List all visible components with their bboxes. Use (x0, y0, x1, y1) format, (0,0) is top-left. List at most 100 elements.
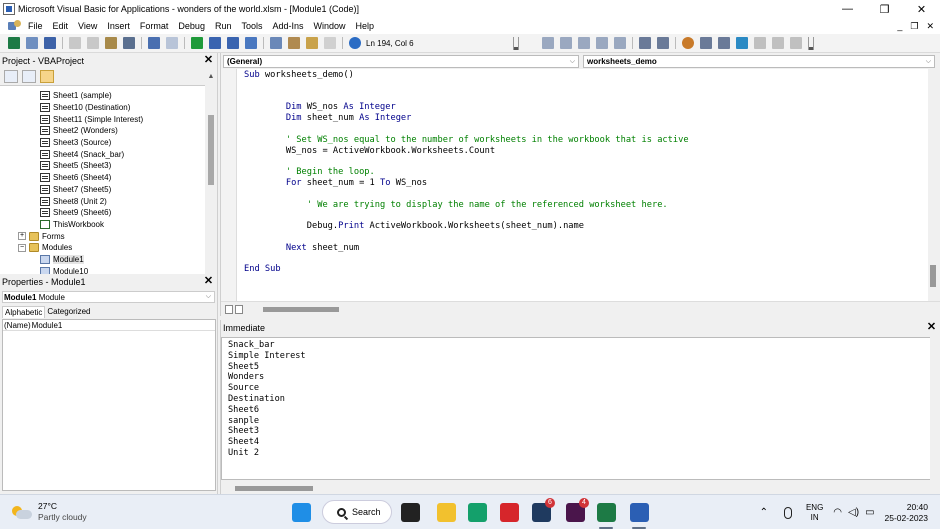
scroll-thumb[interactable] (930, 265, 936, 287)
clock[interactable]: 20:40 25-02-2023 (885, 502, 928, 524)
tree-item[interactable]: Module10 (0, 265, 206, 274)
clear-bookmarks-icon[interactable] (790, 37, 802, 49)
close-icon[interactable]: ✕ (203, 55, 214, 66)
slack-icon[interactable]: 4 (566, 498, 589, 522)
mdi-close-button[interactable]: ✕ (926, 21, 934, 32)
redo-icon[interactable] (166, 37, 178, 49)
windows-start-icon[interactable] (292, 503, 311, 522)
procedure-combo[interactable]: worksheets_demo ⌵ (583, 55, 935, 68)
tree-item[interactable]: Sheet7 (Sheet5) (0, 184, 206, 196)
next-bookmark-icon[interactable] (754, 37, 766, 49)
tree-item[interactable]: Sheet11 (Simple Interest) (0, 113, 206, 125)
menu-addins[interactable]: Add-Ins (267, 21, 308, 31)
scroll-thumb[interactable] (208, 115, 214, 185)
tree-item[interactable]: + Forms (0, 230, 206, 242)
tree-item[interactable]: Sheet5 (Sheet3) (0, 160, 206, 172)
code-editor[interactable]: Sub worksheets_demo() Dim WS_nos As Inte… (244, 70, 924, 300)
design-mode-icon[interactable] (245, 37, 257, 49)
immediate-hscrollbar[interactable] (221, 482, 940, 494)
copy-icon[interactable] (87, 37, 99, 49)
scroll-thumb[interactable] (263, 306, 339, 312)
save-icon[interactable] (44, 37, 56, 49)
properties-window-icon[interactable] (288, 37, 300, 49)
help-icon[interactable] (349, 37, 361, 49)
toolbar-grip-icon[interactable] (808, 36, 814, 50)
cut-icon[interactable] (69, 37, 81, 49)
toggle-bookmark-icon[interactable] (736, 37, 748, 49)
tree-item[interactable]: Sheet1 (sample) (0, 90, 206, 102)
system-icons[interactable]: ◠ ◁) ▭ (833, 507, 874, 518)
whatsapp-icon[interactable]: 6 (532, 498, 555, 522)
toggle-breakpoint-icon[interactable] (682, 37, 694, 49)
tree-item[interactable]: − Modules (0, 242, 206, 254)
close-icon[interactable]: ✕ (203, 276, 214, 287)
run-icon[interactable] (191, 37, 203, 49)
tree-item[interactable]: Sheet2 (Wonders) (0, 125, 206, 137)
view-excel-icon[interactable] (8, 37, 20, 49)
outdent-icon[interactable] (657, 37, 669, 49)
expand-icon[interactable]: + (18, 232, 26, 241)
menu-help[interactable]: Help (351, 21, 380, 31)
language-indicator[interactable]: ENG IN (806, 503, 823, 523)
list-constants-icon[interactable] (560, 37, 572, 49)
tree-item[interactable]: Sheet8 (Unit 2) (0, 195, 206, 207)
acrobat-icon[interactable] (500, 503, 519, 522)
previous-bookmark-icon[interactable] (772, 37, 784, 49)
comment-block-icon[interactable] (700, 37, 712, 49)
paste-icon[interactable] (105, 37, 117, 49)
code-hscrollbar[interactable] (221, 301, 940, 316)
code-vscrollbar[interactable] (928, 69, 940, 301)
toggle-folders-icon[interactable] (40, 70, 54, 83)
menu-window[interactable]: Window (309, 21, 351, 31)
immediate-vscrollbar[interactable] (930, 337, 940, 480)
reset-icon[interactable] (227, 37, 239, 49)
edge-icon[interactable] (468, 503, 487, 522)
close-icon[interactable]: ✕ (926, 322, 937, 333)
menu-run[interactable]: Run (210, 21, 237, 31)
uncomment-block-icon[interactable] (718, 37, 730, 49)
complete-word-icon[interactable] (614, 37, 626, 49)
tree-item[interactable]: Sheet6 (Sheet4) (0, 172, 206, 184)
mdi-minimize-button[interactable]: _ (897, 21, 902, 31)
collapse-icon[interactable]: − (18, 243, 26, 252)
minimize-button[interactable]: — (829, 0, 866, 18)
view-code-icon[interactable] (4, 70, 18, 83)
search-button[interactable]: Search (322, 500, 392, 524)
find-icon[interactable] (123, 37, 135, 49)
menu-tools[interactable]: Tools (236, 21, 267, 31)
tree-item[interactable]: Sheet4 (Snack_bar) (0, 148, 206, 160)
project-scrollbar[interactable]: ▲ (205, 71, 217, 274)
toolbox-icon[interactable] (324, 37, 336, 49)
quick-info-icon[interactable] (578, 37, 590, 49)
tab-alphabetic[interactable]: Alphabetic (2, 306, 46, 318)
scroll-thumb[interactable] (235, 486, 313, 491)
menu-edit[interactable]: Edit (48, 21, 74, 31)
procedure-view-icon[interactable] (225, 304, 233, 314)
menu-file[interactable]: File (26, 21, 48, 31)
tab-categorized[interactable]: Categorized (45, 306, 92, 318)
object-selector[interactable]: Module1 Module ⌵ (2, 291, 215, 303)
weather-widget[interactable]: 27°C Partly cloudy (12, 501, 87, 523)
excel-icon[interactable] (597, 503, 616, 522)
close-button[interactable]: ✕ (903, 0, 940, 18)
chevron-up-icon[interactable]: ⌃ (760, 507, 768, 518)
tree-item[interactable]: Module1 (0, 254, 206, 266)
indent-icon[interactable] (639, 37, 651, 49)
scroll-up-icon[interactable]: ▲ (205, 71, 217, 83)
word-icon[interactable] (630, 503, 649, 522)
vba-menu-icon[interactable] (8, 20, 22, 32)
menu-insert[interactable]: Insert (102, 21, 135, 31)
object-combo[interactable]: (General) ⌵ (223, 55, 579, 68)
immediate-output[interactable]: Snack_bar Simple Interest Sheet5 Wonders Sou… (221, 337, 931, 480)
code-margin[interactable] (221, 69, 237, 301)
file-explorer-icon[interactable] (437, 503, 456, 522)
insert-module-icon[interactable] (26, 37, 38, 49)
view-object-icon[interactable] (22, 70, 36, 83)
parameter-info-icon[interactable] (596, 37, 608, 49)
menu-view[interactable]: View (73, 21, 102, 31)
undo-icon[interactable] (148, 37, 160, 49)
menu-debug[interactable]: Debug (173, 21, 210, 31)
property-row[interactable]: (Name) Module1 (3, 320, 215, 331)
toolbar-grip-icon[interactable] (513, 36, 519, 50)
full-module-view-icon[interactable] (235, 304, 243, 314)
